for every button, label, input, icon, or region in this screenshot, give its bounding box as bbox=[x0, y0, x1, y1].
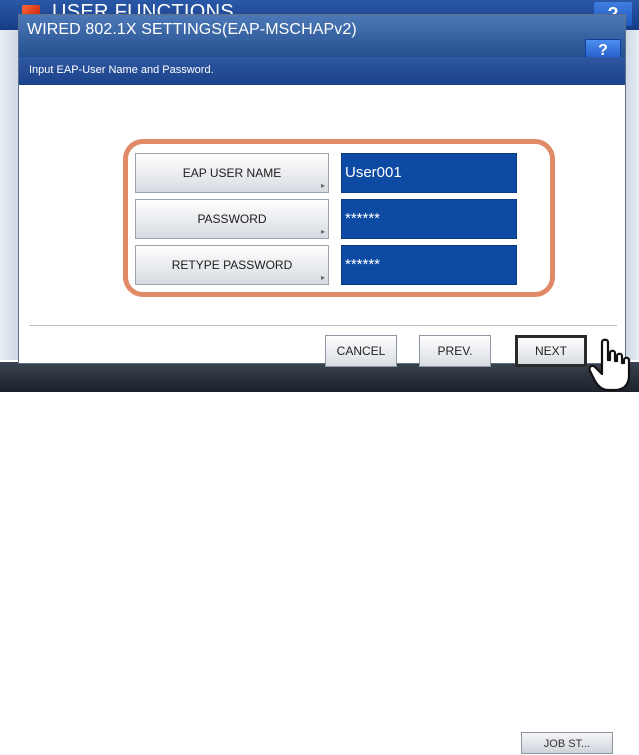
corner-indicator-icon: ▸ bbox=[320, 181, 325, 190]
hand-pointer-icon bbox=[588, 338, 631, 392]
cancel-button[interactable]: CANCEL bbox=[325, 335, 397, 367]
prev-button[interactable]: PREV. bbox=[419, 335, 491, 367]
corner-indicator-icon: ▸ bbox=[320, 273, 325, 282]
eap-user-name-field[interactable]: User001 bbox=[341, 153, 517, 193]
retype-password-button[interactable]: RETYPE PASSWORD ▸ bbox=[135, 245, 329, 285]
dialog-titlebar: WIRED 802.1X SETTINGS(EAP-MSCHAPv2) ? bbox=[19, 15, 625, 61]
eap-user-name-label: EAP USER NAME bbox=[182, 166, 282, 180]
job-status-button[interactable]: JOB ST... bbox=[521, 732, 613, 754]
eap-user-name-button[interactable]: EAP USER NAME ▸ bbox=[135, 153, 329, 193]
retype-password-label: RETYPE PASSWORD bbox=[171, 258, 293, 272]
corner-indicator-icon: ▸ bbox=[320, 227, 325, 236]
right-panel bbox=[626, 30, 639, 360]
dialog-title: WIRED 802.1X SETTINGS(EAP-MSCHAPv2) bbox=[27, 21, 357, 38]
retype-password-field[interactable]: ****** bbox=[341, 245, 517, 285]
left-panel bbox=[0, 30, 18, 360]
password-button[interactable]: PASSWORD ▸ bbox=[135, 199, 329, 239]
settings-dialog: WIRED 802.1X SETTINGS(EAP-MSCHAPv2) ? In… bbox=[18, 14, 626, 367]
next-button[interactable]: NEXT bbox=[515, 335, 587, 367]
password-label: PASSWORD bbox=[197, 212, 267, 226]
instruction-text: Input EAP-User Name and Password. bbox=[29, 64, 214, 76]
message-bar: Input EAP-User Name and Password. bbox=[19, 57, 625, 85]
footer-divider bbox=[29, 325, 617, 326]
clock-text: 11:38 bbox=[492, 739, 517, 750]
password-field[interactable]: ****** bbox=[341, 199, 517, 239]
